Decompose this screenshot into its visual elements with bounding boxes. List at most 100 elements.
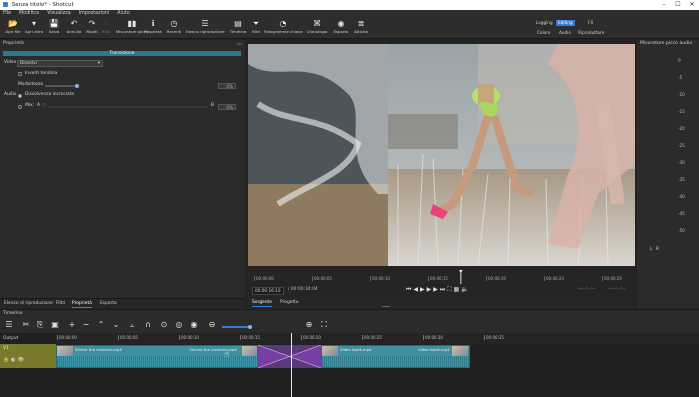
mix-slider[interactable] <box>48 106 208 108</box>
timeline-ruler-tick: 00:00:25 <box>362 335 382 340</box>
timeline-zoom-slider[interactable] <box>222 326 250 328</box>
tab-properties[interactable]: Proprietà <box>72 301 92 308</box>
tab-playlist[interactable]: Elenco di riproduzione <box>4 301 53 307</box>
video-transition-value: Dissolvi <box>20 61 37 66</box>
playlist-button[interactable]: ☰ Elenco riproduzione <box>186 18 225 35</box>
panel-float-icon[interactable]: ▫▫ <box>237 41 242 46</box>
overwrite-icon[interactable]: ⌄ <box>110 320 122 330</box>
left-panel-tabs: Elenco di riproduzione Filtri Proprietà … <box>0 298 245 309</box>
transition-clip[interactable] <box>258 345 321 368</box>
zoom-out-icon[interactable]: ⊖ <box>206 320 218 330</box>
invert-wipe-label: Inverti tendina <box>25 71 58 76</box>
tab-filters[interactable]: Filtri <box>56 301 65 307</box>
layout-logging[interactable]: Logging <box>534 20 555 26</box>
recent-button[interactable]: ◷ Recenti <box>161 18 187 35</box>
app-icon <box>3 2 8 7</box>
timeline-ruler-tick: 00:00:10 <box>179 335 199 340</box>
history-button[interactable]: ⌘ Cronologia <box>304 18 330 35</box>
meter-scale-tick: -15 <box>678 109 685 114</box>
softness-slider-handle[interactable] <box>75 84 79 88</box>
meter-scale-tick: -25 <box>678 143 685 148</box>
layout-fx[interactable]: FX <box>586 20 595 26</box>
minimize-button[interactable]: – <box>657 0 671 10</box>
paste-icon[interactable]: ▣ <box>49 320 61 330</box>
keyframes-icon: ◔ <box>279 19 287 28</box>
append-icon[interactable]: + <box>66 320 78 330</box>
splitter-handle[interactable] <box>382 306 390 307</box>
layout-color[interactable]: Colore <box>535 30 552 36</box>
split-icon[interactable]: ⫠ <box>126 320 138 330</box>
menu-file[interactable]: File <box>3 10 11 17</box>
timeline-ruler-tick: 00:00:00 <box>57 335 77 340</box>
close-button[interactable]: ✕ <box>685 0 699 10</box>
timeline-playhead[interactable] <box>291 333 292 397</box>
track-v1-controls: 🔒◐👁 <box>3 357 26 363</box>
audio-label: Audio <box>4 92 17 97</box>
maximize-button[interactable]: ☐ <box>671 0 685 10</box>
mix-slider-handle-icon[interactable]: ▯ <box>43 103 45 109</box>
viewer-playhead[interactable] <box>248 270 635 284</box>
menu-edit[interactable]: Modifica <box>19 10 39 17</box>
timeline-ruler-tick: 00:00:15 <box>240 335 260 340</box>
softness-slider[interactable] <box>45 85 75 87</box>
play-icon[interactable]: ▶ <box>420 286 427 293</box>
volume-icon[interactable]: 🔈 <box>461 286 470 293</box>
lift-icon[interactable]: ⌃ <box>95 320 107 330</box>
snap-icon[interactable]: ∩ <box>142 320 154 330</box>
remove-icon[interactable]: − <box>80 320 92 330</box>
properties-title: Proprietà <box>3 41 24 46</box>
video-transition-select[interactable]: Dissolvi ▾ <box>17 60 103 67</box>
timeline-toolbar: ☰ ✂ ⎘ ▣ + − ⌃ ⌄ ⫠ ∩ ⊙ ◎ ◉ ⊖ ⊕ ⛶ <box>0 318 699 333</box>
fast-forward-icon[interactable]: ▶▶ <box>427 286 440 293</box>
eye-icon[interactable]: 👁 <box>18 357 26 363</box>
jobs-icon: ≣ <box>357 19 365 28</box>
transition-header: Transizione <box>3 51 241 56</box>
timeline-ruler[interactable]: 00:00:00 00:00:05 00:00:10 00:00:15 00:00:20… <box>56 333 699 344</box>
mix-radio[interactable] <box>18 105 22 109</box>
layout-editing[interactable]: Editing <box>556 20 575 26</box>
mix-value-field[interactable]: 0% <box>218 104 236 110</box>
menu-settings[interactable]: Impostazioni <box>79 10 110 17</box>
mix-b-label: B <box>211 103 215 108</box>
out-point-timecode: --:--:--:-- <box>608 287 626 292</box>
timeline-menu-icon[interactable]: ☰ <box>3 320 15 330</box>
video-label: Video <box>4 60 17 65</box>
mix-label: Mix: <box>25 103 35 108</box>
tab-project[interactable]: Progetto <box>280 300 299 306</box>
in-point-timecode: --:--:--:-- <box>578 287 596 292</box>
zoom-in-icon[interactable]: ⊕ <box>303 320 315 330</box>
track-v1-label: V1 <box>3 346 9 351</box>
current-timecode[interactable]: 00:00:16:10 <box>252 287 284 295</box>
tab-source[interactable]: Sorgente <box>252 300 272 307</box>
tab-export[interactable]: Esporta <box>100 301 117 307</box>
meter-channel-left: L <box>650 247 653 252</box>
layout-audio[interactable]: Audio <box>557 30 573 36</box>
timeline-ruler-tick: 00:00:30 <box>423 335 443 340</box>
copy-icon[interactable]: ⎘ <box>34 320 46 330</box>
timeline-zoom-handle[interactable] <box>248 325 252 329</box>
zoom-fit-timeline-icon[interactable]: ⛶ <box>318 320 330 330</box>
menu-view[interactable]: Visualizza <box>47 10 71 17</box>
timeline-ruler-tick: 00:00:20 <box>301 335 321 340</box>
meter-scale-tick: -35 <box>678 177 685 182</box>
ripple-all-icon[interactable]: ◉ <box>188 320 200 330</box>
softness-value-field[interactable]: 0% <box>218 83 236 89</box>
layout-player[interactable]: Riproduttore <box>576 30 606 36</box>
crossfade-radio[interactable] <box>18 94 22 98</box>
video-viewer[interactable] <box>248 44 635 266</box>
lock-icon[interactable]: 🔒 <box>3 357 11 363</box>
clip-name: Video Isaak.mp4 <box>418 347 450 352</box>
timeline-clip[interactable]: Video Isaak.mp4 Video Isaak.mp4 <box>321 345 470 368</box>
audio-peak-meter-panel: Misuratore picco audio 0 -5 -10 -15 -20 -25 -3… <box>637 40 699 309</box>
invert-wipe-checkbox[interactable] <box>18 72 22 76</box>
jobs-button[interactable]: ≣ Attività <box>348 18 374 35</box>
transport-controls: ⏮◀▶▶▶⏭⛶▦🔈 <box>406 286 471 294</box>
menu-help[interactable]: Aiuto <box>117 10 129 17</box>
chevron-down-icon: ▾ <box>97 61 100 66</box>
meter-channel-right: R <box>656 247 660 252</box>
keyframes-button[interactable]: ◔ Fotogramme chiave <box>264 18 303 35</box>
ripple-icon[interactable]: ◎ <box>173 320 185 330</box>
cut-icon[interactable]: ✂ <box>20 320 32 330</box>
track-v1-header: V1 🔒◐👁 <box>0 344 56 368</box>
scrub-icon[interactable]: ⊙ <box>158 320 170 330</box>
